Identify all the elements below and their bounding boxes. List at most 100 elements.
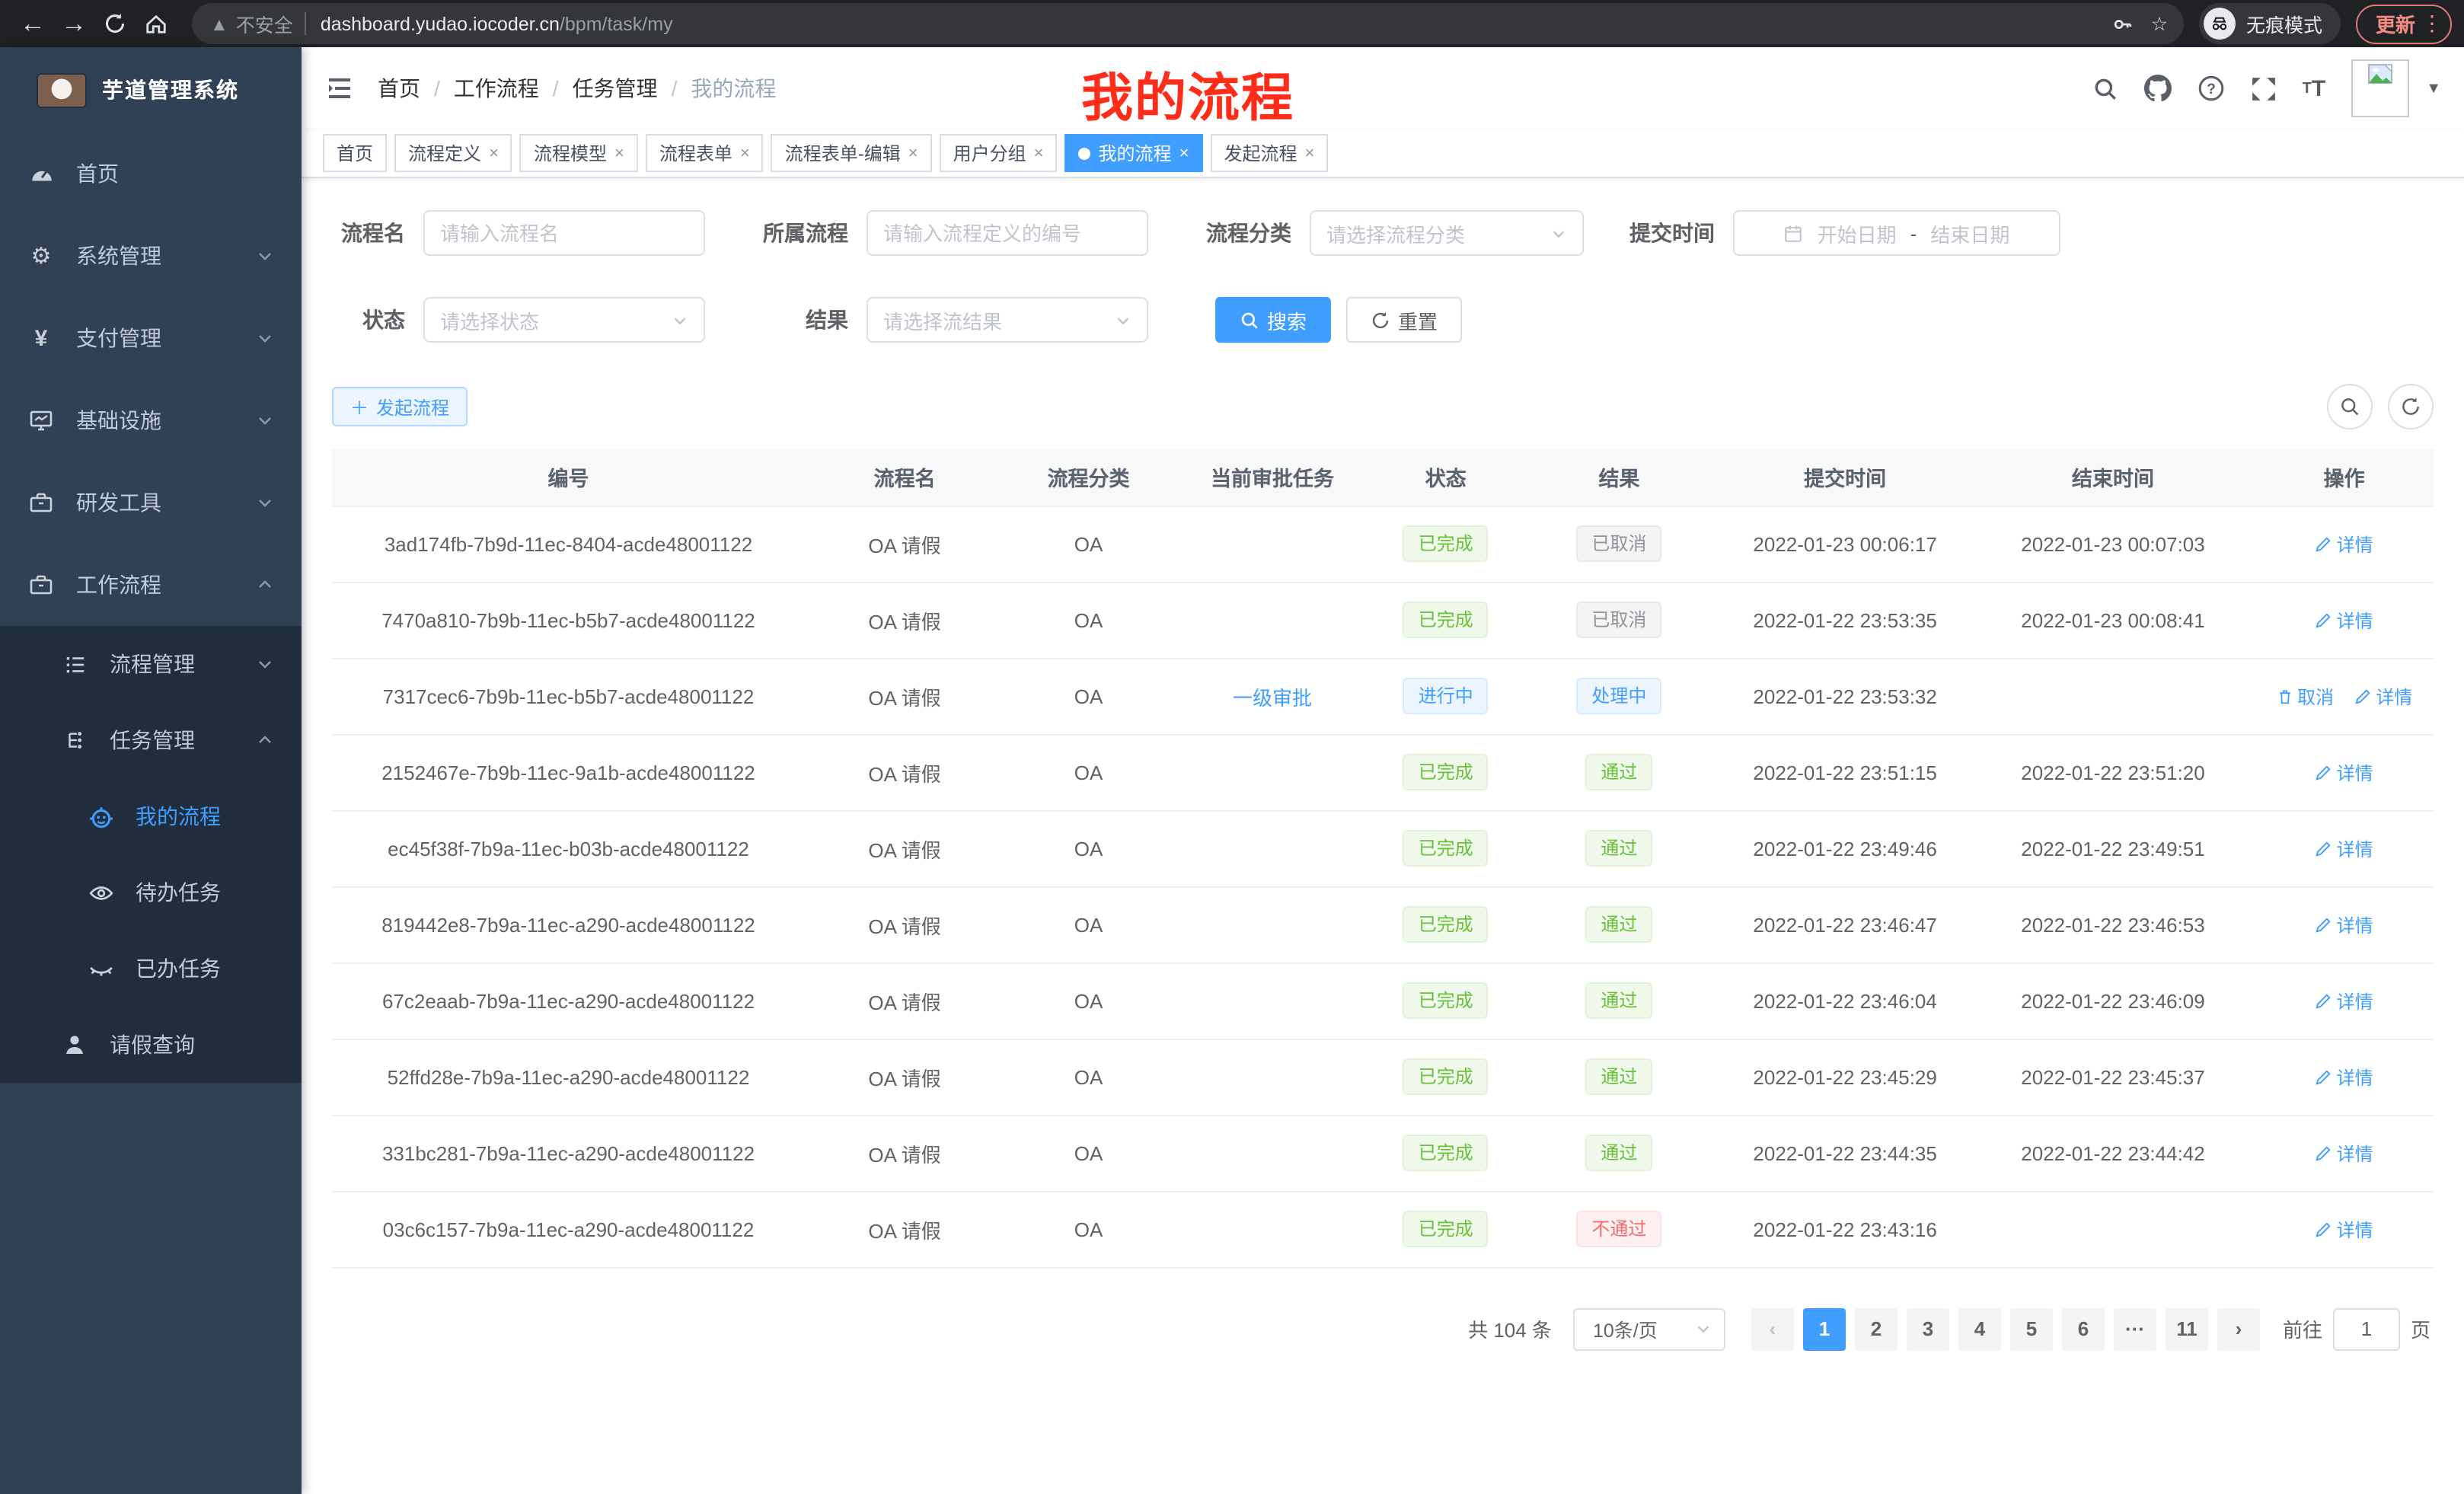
sidebar-item-devtools[interactable]: 研发工具 <box>0 461 302 544</box>
breadcrumb-task-mgmt[interactable]: 任务管理 <box>573 73 658 104</box>
forward-icon[interactable]: → <box>53 3 94 44</box>
date-range-picker[interactable]: 开始日期 - 结束日期 <box>1733 210 2060 256</box>
annotation-my-process: 我的流程 <box>1081 56 1294 131</box>
detail-action[interactable]: 详情 <box>2316 1216 2373 1242</box>
filter-status-label: 状态 <box>332 305 405 335</box>
result-badge: 通过 <box>1585 830 1652 867</box>
sidebar-item-home[interactable]: 首页 <box>0 132 302 215</box>
close-icon[interactable]: × <box>1304 144 1314 162</box>
sidebar-item-workflow[interactable]: 工作流程 <box>0 544 302 626</box>
key-icon[interactable] <box>2105 5 2141 42</box>
search-button[interactable]: 搜索 <box>1215 297 1331 343</box>
goto-page-input[interactable] <box>2333 1307 2400 1350</box>
tab-my-process[interactable]: 我的流程× <box>1065 134 1203 172</box>
result-badge: 通过 <box>1585 1135 1652 1171</box>
detail-action[interactable]: 详情 <box>2316 607 2373 633</box>
status-badge: 已完成 <box>1403 525 1489 562</box>
sidebar-item-todo-tasks[interactable]: 待办任务 <box>0 854 302 931</box>
breadcrumb-home[interactable]: 首页 <box>378 73 420 104</box>
sidebar-item-system[interactable]: ⚙ 系统管理 <box>0 215 302 297</box>
hamburger-icon[interactable] <box>324 73 355 104</box>
table-row: 7317cec6-7b9b-11ec-b5b7-acde48001122 OA … <box>332 658 2434 734</box>
close-icon[interactable]: × <box>1034 144 1044 162</box>
show-search-button[interactable] <box>2327 384 2373 429</box>
sidebar-item-task-mgmt[interactable]: 任务管理 <box>0 702 302 778</box>
detail-action[interactable]: 详情 <box>2316 911 2373 937</box>
page-button-4[interactable]: 4 <box>1958 1307 2001 1350</box>
page-button-1[interactable]: 1 <box>1803 1307 1846 1350</box>
result-badge: 已取消 <box>1576 525 1661 562</box>
breadcrumb-workflow[interactable]: 工作流程 <box>454 73 539 104</box>
sidebar-item-infra[interactable]: 基础设施 <box>0 379 302 461</box>
next-page-button[interactable]: › <box>2217 1307 2260 1350</box>
tab-process-form[interactable]: 流程表单× <box>646 134 764 172</box>
browser-menu-icon[interactable]: ⋮ <box>2421 11 2443 37</box>
reload-icon[interactable] <box>94 3 136 44</box>
github-icon[interactable] <box>2144 75 2172 102</box>
back-icon[interactable]: ← <box>12 3 53 44</box>
bookmark-star-icon[interactable]: ☆ <box>2141 5 2178 42</box>
address-bar[interactable]: ▲ 不安全 dashboard.yudao.iocoder.cn /bpm/ta… <box>192 3 2184 44</box>
home-icon[interactable] <box>136 3 177 44</box>
table-row: 03c6c157-7b9a-11ec-a290-acde48001122 OA … <box>332 1191 2434 1267</box>
tab-start-process[interactable]: 发起流程× <box>1210 134 1328 172</box>
tab-home[interactable]: 首页 <box>323 134 387 172</box>
goto-suffix: 页 <box>2411 1314 2430 1343</box>
create-process-button[interactable]: ＋ 发起流程 <box>332 387 468 426</box>
page-button-3[interactable]: 3 <box>1907 1307 1949 1350</box>
warning-icon: ▲ <box>210 13 228 34</box>
detail-action[interactable]: 详情 <box>2316 759 2373 785</box>
result-badge: 通过 <box>1585 982 1652 1019</box>
update-button[interactable]: 更新 ⋮ <box>2356 4 2452 43</box>
sidebar-item-done-tasks[interactable]: 已办任务 <box>0 931 302 1007</box>
search-icon[interactable] <box>2092 75 2118 101</box>
tab-process-definition[interactable]: 流程定义× <box>394 134 512 172</box>
detail-action[interactable]: 详情 <box>2316 531 2373 557</box>
page-button-11[interactable]: 11 <box>2166 1307 2208 1350</box>
more-pages-button[interactable]: ··· <box>2114 1307 2156 1350</box>
detail-action[interactable]: 详情 <box>2316 1140 2373 1166</box>
breadcrumb: 首页 / 工作流程 / 任务管理 / 我的流程 <box>378 73 776 104</box>
avatar[interactable] <box>2351 59 2409 117</box>
security-label: 不安全 <box>236 9 293 38</box>
close-icon[interactable]: × <box>614 144 624 162</box>
detail-action[interactable]: 详情 <box>2316 1064 2373 1090</box>
close-icon[interactable]: × <box>740 144 750 162</box>
sidebar-item-leave-query[interactable]: 请假查询 <box>0 1007 302 1083</box>
status-select[interactable]: 请选择状态 <box>423 297 705 343</box>
refresh-button[interactable] <box>2388 384 2434 429</box>
help-icon[interactable]: ? <box>2197 75 2225 102</box>
prev-page-button[interactable]: ‹ <box>1751 1307 1794 1350</box>
tab-process-model[interactable]: 流程模型× <box>520 134 638 172</box>
toolbox-icon <box>27 571 55 599</box>
process-definition-input[interactable] <box>867 210 1148 256</box>
sidebar-item-process-mgmt[interactable]: 流程管理 <box>0 626 302 702</box>
caret-down-icon[interactable]: ▼ <box>2426 80 2441 97</box>
result-select[interactable]: 请选择流结果 <box>867 297 1148 343</box>
category-select[interactable]: 请选择流程分类 <box>1310 210 1584 256</box>
reset-button[interactable]: 重置 <box>1346 297 1462 343</box>
detail-action[interactable]: 详情 <box>2316 988 2373 1014</box>
filter-time-label: 提交时间 <box>1617 218 1715 248</box>
page-button-5[interactable]: 5 <box>2010 1307 2053 1350</box>
app-logo: 芋道管理系统 <box>0 47 302 132</box>
close-icon[interactable]: × <box>1179 144 1189 162</box>
sidebar-item-payment[interactable]: ¥ 支付管理 <box>0 297 302 379</box>
detail-action[interactable]: 详情 <box>2354 683 2412 709</box>
workflow-submenu: 流程管理 任务管理 我的流程 <box>0 626 302 1083</box>
tab-user-group[interactable]: 用户分组× <box>940 134 1058 172</box>
cancel-action[interactable]: 取消 <box>2276 683 2334 709</box>
close-icon[interactable]: × <box>908 144 918 162</box>
task-link[interactable]: 一级审批 <box>1233 686 1312 709</box>
detail-action[interactable]: 详情 <box>2316 835 2373 861</box>
font-size-icon[interactable]: TT <box>2303 75 2326 101</box>
sidebar-item-my-process[interactable]: 我的流程 <box>0 778 302 854</box>
process-name-input[interactable] <box>423 210 705 256</box>
fullscreen-icon[interactable] <box>2251 75 2277 101</box>
close-icon[interactable]: × <box>489 144 499 162</box>
total-count: 共 104 条 <box>1468 1314 1552 1343</box>
page-button-6[interactable]: 6 <box>2062 1307 2105 1350</box>
page-size-select[interactable]: 10条/页 <box>1573 1307 1725 1350</box>
tab-process-form-edit[interactable]: 流程表单-编辑× <box>771 134 932 172</box>
page-button-2[interactable]: 2 <box>1855 1307 1897 1350</box>
